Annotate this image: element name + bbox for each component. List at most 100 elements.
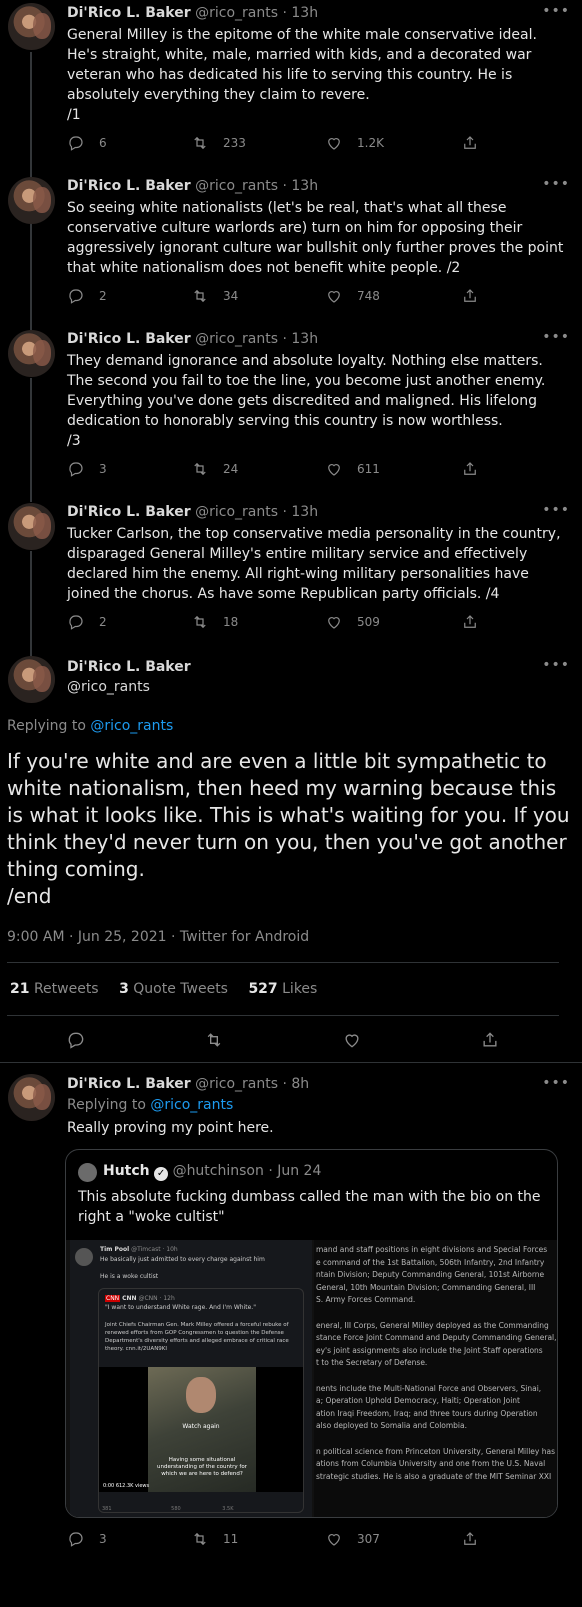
tweet-header: Di'Rico L. Baker @rico_rants · 13h: [67, 504, 319, 520]
quoted-handle: @hutchinson: [172, 1163, 264, 1179]
author-handle[interactable]: @rico_rants: [195, 1076, 278, 1092]
thread-line: [30, 551, 32, 656]
share-icon[interactable]: [461, 460, 479, 478]
tweet-text: General Milley is the epitome of the whi…: [67, 27, 537, 123]
replying-to: Replying to @rico_rants: [7, 718, 173, 734]
author-name[interactable]: Di'Rico L. Baker: [67, 5, 191, 21]
retweet-icon[interactable]: [191, 1530, 209, 1548]
reply-icon[interactable]: [67, 1530, 85, 1548]
bio-text: mand and staff positions in eight divisi…: [316, 1244, 557, 1483]
share-icon[interactable]: [461, 1530, 479, 1548]
tweet-text: Tucker Carlson, the top conservative med…: [67, 526, 561, 602]
bio-screenshot: mand and staff positions in eight divisi…: [314, 1240, 557, 1517]
retweet-icon[interactable]: [191, 613, 209, 631]
cnn-header: CNN CNN @CNN · 12h: [105, 1295, 175, 1302]
avatar[interactable]: [8, 177, 55, 224]
replying-to-link[interactable]: @rico_rants: [90, 718, 173, 734]
reply-icon[interactable]: [67, 287, 85, 305]
share-icon[interactable]: [461, 613, 479, 631]
bio-line: [316, 1370, 557, 1383]
share-icon[interactable]: [461, 287, 479, 305]
likes-stat[interactable]: 527 Likes: [248, 981, 317, 997]
more-icon[interactable]: •••: [542, 502, 570, 518]
author-handle[interactable]: @rico_rants: [195, 5, 278, 21]
tweet-time[interactable]: 13h: [291, 5, 318, 21]
reply-count: 2: [99, 615, 107, 629]
author-handle[interactable]: @rico_rants: [195, 178, 278, 194]
avatar: [75, 1248, 93, 1266]
quoted-tweet[interactable]: Hutch ✓ @hutchinson · Jun 24 This absolu…: [65, 1149, 558, 1518]
like-icon[interactable]: [325, 1530, 343, 1548]
tweet-time[interactable]: 8h: [291, 1076, 309, 1092]
like-count: 611: [357, 462, 380, 476]
author-name[interactable]: Di'Rico L. Baker: [67, 1076, 191, 1092]
bio-line: also deployed to Somalia and Colombia.: [316, 1421, 467, 1431]
reply-icon[interactable]: [67, 134, 85, 152]
tweet-text: Really proving my point here.: [67, 1120, 274, 1136]
quoted-name: Hutch: [103, 1163, 150, 1179]
bio-line: [316, 1307, 557, 1320]
author-name[interactable]: Di'Rico L. Baker: [67, 331, 191, 347]
tweet-time[interactable]: 13h: [291, 504, 318, 520]
more-icon[interactable]: •••: [542, 3, 570, 19]
like-icon[interactable]: [325, 134, 343, 152]
retweet-icon[interactable]: [191, 134, 209, 152]
divider: [7, 1015, 559, 1016]
tweet-time[interactable]: 13h: [291, 331, 318, 347]
more-icon[interactable]: •••: [542, 176, 570, 192]
quoted-header: Hutch ✓ @hutchinson · Jun 24: [103, 1163, 322, 1181]
avatar[interactable]: [8, 3, 55, 50]
bio-line: n political science from Princeton Unive…: [316, 1446, 555, 1456]
retweet-count: 18: [223, 615, 239, 629]
like-count: 307: [357, 1532, 380, 1546]
quoted-image[interactable]: Tim Pool @Timcast · 10h He basically jus…: [66, 1240, 557, 1517]
tweet-time[interactable]: 13h: [291, 178, 318, 194]
share-icon[interactable]: [461, 134, 479, 152]
share-icon[interactable]: [480, 1030, 500, 1050]
tweet-header: Di'Rico L. Baker @rico_rants · 8h: [67, 1076, 310, 1092]
tweet-text: So seeing white nationalists (let's be r…: [67, 200, 564, 276]
watch-again-label[interactable]: Watch again: [165, 1423, 237, 1430]
retweets-stat[interactable]: 21 Retweets: [10, 981, 99, 997]
avatar[interactable]: [8, 330, 55, 377]
reply-icon[interactable]: [67, 613, 85, 631]
author-name[interactable]: Di'Rico L. Baker: [67, 659, 191, 675]
quotes-stat[interactable]: 3 Quote Tweets: [119, 981, 228, 997]
retweet-icon[interactable]: [191, 287, 209, 305]
more-icon[interactable]: •••: [542, 1075, 570, 1091]
avatar[interactable]: [8, 503, 55, 550]
avatar[interactable]: [8, 1074, 55, 1121]
author-name[interactable]: Di'Rico L. Baker: [67, 178, 191, 194]
like-icon[interactable]: [325, 613, 343, 631]
quoted-text: This absolute fucking dumbass called the…: [78, 1189, 541, 1225]
like-icon[interactable]: [325, 460, 343, 478]
author-handle[interactable]: @rico_rants: [195, 504, 278, 520]
video-player[interactable]: Watch again Having some situational unde…: [99, 1367, 303, 1492]
main-tweet-actions: [0, 1028, 582, 1052]
author-handle[interactable]: @rico_rants: [67, 679, 150, 695]
reply-icon[interactable]: [66, 1030, 86, 1050]
more-icon[interactable]: •••: [542, 329, 570, 345]
tweet-meta[interactable]: 9:00 AM · Jun 25, 2021 · Twitter for And…: [7, 929, 309, 945]
thread-line: [30, 206, 32, 330]
avatar[interactable]: [8, 656, 55, 703]
reply-icon[interactable]: [67, 460, 85, 478]
embedded-stats: 381 580 3.5K: [102, 1506, 234, 1512]
retweet-icon[interactable]: [204, 1030, 224, 1050]
retweet-count: 233: [223, 136, 246, 150]
author-name[interactable]: Di'Rico L. Baker: [67, 504, 191, 520]
quoted-avatar[interactable]: [78, 1163, 97, 1182]
replying-label: Replying to: [67, 1097, 146, 1113]
author-name-text: Di'Rico L. Baker: [67, 659, 191, 675]
more-icon[interactable]: •••: [542, 657, 570, 673]
video-caption: Having some situational understanding of…: [157, 1457, 247, 1477]
retweet-icon[interactable]: [191, 460, 209, 478]
replying-label: Replying to: [7, 718, 86, 734]
like-icon[interactable]: [325, 287, 343, 305]
like-icon[interactable]: [342, 1030, 362, 1050]
reply-count: 3: [99, 462, 107, 476]
author-handle[interactable]: @rico_rants: [195, 331, 278, 347]
replying-to-link[interactable]: @rico_rants: [150, 1097, 233, 1113]
replying-to: Replying to @rico_rants: [67, 1097, 233, 1113]
bio-line: ntain Division; Deputy Commanding Genera…: [316, 1270, 545, 1280]
